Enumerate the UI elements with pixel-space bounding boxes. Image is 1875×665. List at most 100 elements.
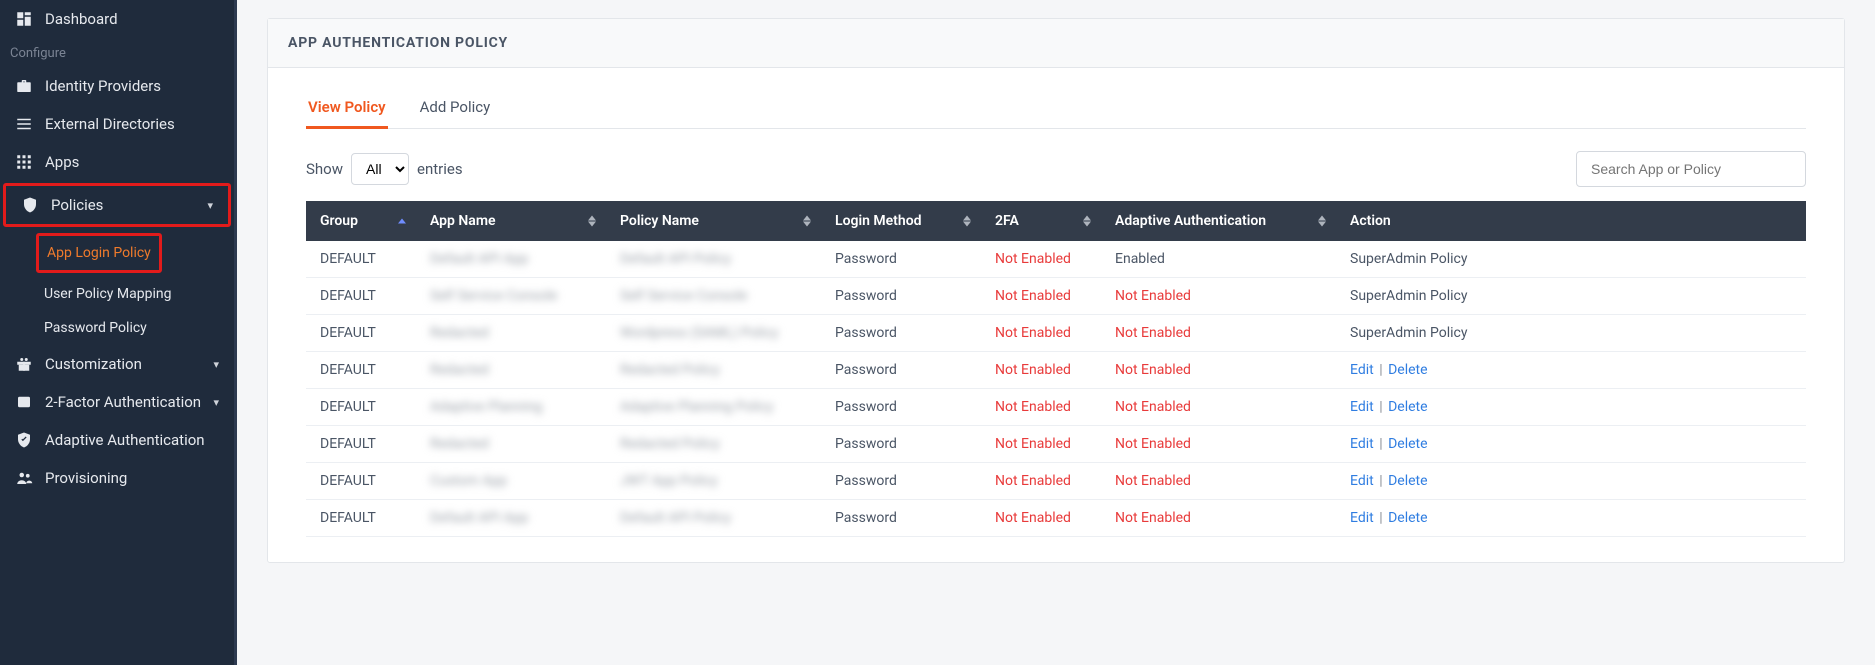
cell-app-name: Redacted [416, 426, 606, 463]
cell-app-name: Redacted [416, 315, 606, 352]
sidebar-item-label: Customization [45, 355, 201, 373]
cell-login-method: Password [821, 463, 981, 500]
sidebar-item-identity-providers[interactable]: Identity Providers [0, 67, 234, 105]
panel-title: APP AUTHENTICATION POLICY [268, 19, 1844, 68]
delete-link[interactable]: Delete [1388, 473, 1427, 489]
cell-2fa: Not Enabled [981, 241, 1101, 278]
edit-link[interactable]: Edit [1350, 473, 1374, 489]
cell-policy-name: Default API Policy [606, 500, 821, 537]
sidebar-item-label: Provisioning [45, 469, 219, 487]
entries-label: entries [417, 160, 463, 178]
delete-link[interactable]: Delete [1388, 362, 1427, 378]
sidebar-item-label: Identity Providers [45, 77, 219, 95]
edit-link[interactable]: Edit [1350, 362, 1374, 378]
users-icon [15, 469, 33, 487]
cell-adaptive: Not Enabled [1101, 352, 1336, 389]
sidebar-subitem-password-policy[interactable]: Password Policy [36, 311, 234, 345]
cell-adaptive: Not Enabled [1101, 463, 1336, 500]
chevron-down-icon: ▾ [213, 396, 219, 409]
cell-2fa: Not Enabled [981, 426, 1101, 463]
policy-panel: APP AUTHENTICATION POLICY View Policy Ad… [267, 18, 1845, 563]
cell-action: Edit | Delete [1336, 352, 1806, 389]
table-controls: Show All entries [306, 151, 1806, 187]
sort-icon [588, 216, 596, 227]
cell-policy-name: Redacted Policy [606, 352, 821, 389]
sidebar-item-apps[interactable]: Apps [0, 143, 234, 181]
cell-adaptive: Not Enabled [1101, 278, 1336, 315]
col-policy-name[interactable]: Policy Name [606, 201, 821, 241]
cell-adaptive: Not Enabled [1101, 426, 1336, 463]
main-content: APP AUTHENTICATION POLICY View Policy Ad… [237, 0, 1875, 665]
cell-adaptive: Not Enabled [1101, 315, 1336, 352]
briefcase-icon [15, 77, 33, 95]
cell-login-method: Password [821, 500, 981, 537]
cell-app-name: Custom App [416, 463, 606, 500]
col-2fa[interactable]: 2FA [981, 201, 1101, 241]
delete-link[interactable]: Delete [1388, 436, 1427, 452]
sidebar-item-provisioning[interactable]: Provisioning [0, 459, 234, 497]
tab-add-policy[interactable]: Add Policy [418, 88, 493, 128]
cell-2fa: Not Enabled [981, 315, 1101, 352]
apps-grid-icon [15, 153, 33, 171]
cell-2fa: Not Enabled [981, 278, 1101, 315]
table-row: DEFAULTRedactedRedacted PolicyPasswordNo… [306, 426, 1806, 463]
edit-link[interactable]: Edit [1350, 399, 1374, 415]
edit-link[interactable]: Edit [1350, 436, 1374, 452]
action-divider: | [1374, 510, 1388, 526]
cell-action: Edit | Delete [1336, 426, 1806, 463]
cell-group: DEFAULT [306, 278, 416, 315]
action-divider: | [1374, 399, 1388, 415]
cell-policy-name: Default API Policy [606, 241, 821, 278]
policy-table: Group App Name Policy Name Login Me [306, 201, 1806, 537]
table-row: DEFAULTCustom AppJWT App PolicyPasswordN… [306, 463, 1806, 500]
cell-group: DEFAULT [306, 352, 416, 389]
col-group[interactable]: Group [306, 201, 416, 241]
sidebar-item-policies[interactable]: Policies ▾ [3, 183, 231, 227]
cell-group: DEFAULT [306, 315, 416, 352]
cell-policy-name: Adaptive Planning Policy [606, 389, 821, 426]
cell-app-name: Adaptive Planning [416, 389, 606, 426]
sort-icon [963, 216, 971, 227]
tab-view-policy[interactable]: View Policy [306, 88, 388, 128]
col-adaptive-auth[interactable]: Adaptive Authentication [1101, 201, 1336, 241]
sidebar-subitem-user-policy-mapping[interactable]: User Policy Mapping [36, 277, 234, 311]
keypad-icon [15, 393, 33, 411]
cell-2fa: Not Enabled [981, 352, 1101, 389]
cell-login-method: Password [821, 278, 981, 315]
sidebar-item-dashboard[interactable]: Dashboard [0, 0, 234, 38]
action-divider: | [1374, 362, 1388, 378]
sidebar-item-label: External Directories [45, 115, 219, 133]
col-app-name[interactable]: App Name [416, 201, 606, 241]
cell-action: SuperAdmin Policy [1336, 278, 1806, 315]
cell-2fa: Not Enabled [981, 389, 1101, 426]
cell-login-method: Password [821, 426, 981, 463]
sidebar-subitem-app-login-policy[interactable]: App Login Policy [36, 233, 162, 273]
cell-app-name: Redacted [416, 352, 606, 389]
sidebar-item-2fa[interactable]: 2-Factor Authentication ▾ [0, 383, 234, 421]
table-row: DEFAULTRedactedWordpress (SAML) PolicyPa… [306, 315, 1806, 352]
sidebar-item-external-directories[interactable]: External Directories [0, 105, 234, 143]
sidebar-section-configure: Configure [0, 38, 234, 67]
search-input[interactable] [1576, 151, 1806, 187]
action-divider: | [1374, 473, 1388, 489]
sort-icon [803, 216, 811, 227]
sort-icon [1083, 216, 1091, 227]
sidebar-item-label: Policies [51, 196, 195, 214]
cell-group: DEFAULT [306, 500, 416, 537]
col-login-method[interactable]: Login Method [821, 201, 981, 241]
show-label: Show [306, 160, 343, 178]
sidebar-item-adaptive-auth[interactable]: Adaptive Authentication [0, 421, 234, 459]
sidebar-item-customization[interactable]: Customization ▾ [0, 345, 234, 383]
cell-adaptive: Not Enabled [1101, 389, 1336, 426]
edit-link[interactable]: Edit [1350, 510, 1374, 526]
delete-link[interactable]: Delete [1388, 510, 1427, 526]
table-row: DEFAULTRedactedRedacted PolicyPasswordNo… [306, 352, 1806, 389]
chevron-down-icon: ▾ [207, 199, 213, 212]
table-row: DEFAULTSelf Service ConsoleSelf Service … [306, 278, 1806, 315]
cell-action: SuperAdmin Policy [1336, 315, 1806, 352]
cell-action: Edit | Delete [1336, 389, 1806, 426]
cell-group: DEFAULT [306, 426, 416, 463]
entries-select[interactable]: All [351, 153, 409, 185]
cell-action: SuperAdmin Policy [1336, 241, 1806, 278]
delete-link[interactable]: Delete [1388, 399, 1427, 415]
